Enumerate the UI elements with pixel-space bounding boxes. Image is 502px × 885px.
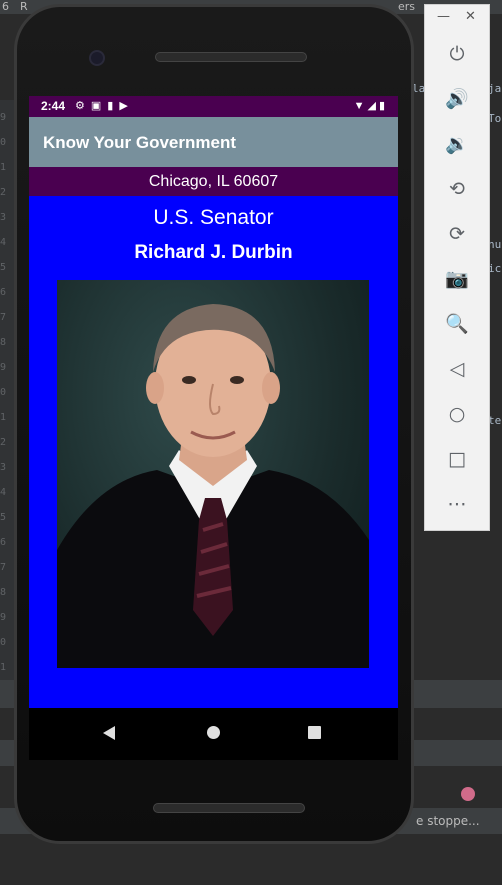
line-number: 6 [0, 537, 7, 548]
line-number: 2 [0, 437, 7, 448]
system-icons: ▼◢▮ [354, 99, 388, 112]
a-icon: ▣ [90, 100, 108, 112]
overview-icon[interactable]: □ [442, 444, 472, 474]
status-time: 2:44 [41, 99, 66, 113]
front-camera [89, 50, 105, 66]
location-bar: Chicago, IL 60607 [29, 167, 398, 196]
line-number: 7 [0, 312, 7, 323]
camera-icon[interactable]: 📷 [442, 264, 472, 294]
play-store-icon: ▶ [119, 100, 134, 112]
line-number: 0 [0, 387, 7, 398]
line-number: 5 [0, 262, 7, 273]
line-number: 8 [0, 587, 7, 598]
wifi-icon: ▼ [353, 100, 368, 112]
battery-icon: ▮ [378, 100, 388, 112]
line-number: 4 [0, 487, 7, 498]
ide-fragment: R [20, 0, 28, 13]
emulator-toolbar: — ✕ ⏻ 🔊 🔉 ⟲ ⟳ 📷 🔍 ◁ ○ □ ⋯ [424, 4, 490, 531]
bottom-speaker [153, 803, 305, 813]
top-speaker [155, 52, 307, 62]
more-icon[interactable]: ⋯ [442, 489, 472, 519]
volume-up-icon[interactable]: 🔊 [442, 84, 472, 114]
android-nav-bar [29, 708, 398, 760]
line-number: 4 [0, 237, 7, 248]
official-detail: U.S. Senator Richard J. Durbin [29, 196, 398, 708]
line-number: 9 [0, 112, 7, 123]
official-photo[interactable]: D [57, 280, 369, 668]
signal-icon: ◢ [367, 100, 379, 112]
android-status-bar: 2:44 ⚙▣▮▶ ▼◢▮ [29, 96, 398, 117]
ide-status-text: e stoppe... [416, 814, 480, 828]
nav-recents-icon[interactable] [308, 726, 321, 739]
volume-down-icon[interactable]: 🔉 [442, 129, 472, 159]
line-number: 1 [0, 162, 7, 173]
ide-fragment: ers [398, 0, 416, 13]
home-icon[interactable]: ○ [442, 399, 472, 429]
app-title: Know Your Government [43, 133, 237, 152]
location-text: Chicago, IL 60607 [148, 173, 279, 190]
line-number: 3 [0, 462, 7, 473]
line-number: 0 [0, 637, 7, 648]
rotate-left-icon[interactable]: ⟲ [442, 174, 472, 204]
line-number: 1 [0, 662, 7, 673]
nav-home-icon[interactable] [207, 726, 220, 739]
close-icon[interactable]: ✕ [465, 9, 476, 24]
power-icon[interactable]: ⏻ [442, 39, 472, 69]
back-icon[interactable]: ◁ [442, 354, 472, 384]
official-name: Richard J. Durbin [134, 242, 293, 263]
line-number: 1 [0, 412, 7, 423]
line-number: 3 [0, 212, 7, 223]
notification-icons: ⚙▣▮▶ [75, 99, 134, 112]
zoom-icon[interactable]: 🔍 [442, 309, 472, 339]
ide-fragment: 6 [2, 0, 9, 13]
line-number: 9 [0, 612, 7, 623]
office-title: U.S. Senator [153, 206, 274, 229]
emulator-toolbar-header: — ✕ [425, 5, 489, 33]
line-number: 6 [0, 287, 7, 298]
line-number: 2 [0, 187, 7, 198]
rotate-right-icon[interactable]: ⟳ [442, 219, 472, 249]
minimize-icon[interactable]: — [437, 9, 450, 24]
app-bar: Know Your Government [29, 117, 398, 167]
device-screen: 2:44 ⚙▣▮▶ ▼◢▮ Know Your Government Chica… [29, 96, 398, 760]
line-number: 7 [0, 562, 7, 573]
ide-line-gutter: 9 0 1 2 3 4 5 6 7 8 9 0 1 2 3 4 5 6 7 8 … [0, 100, 14, 700]
line-number: 0 [0, 137, 7, 148]
record-icon[interactable] [461, 787, 475, 801]
line-number: 8 [0, 337, 7, 348]
nav-back-icon[interactable] [103, 726, 115, 740]
portrait-illustration [57, 304, 369, 668]
sd-card-icon: ▮ [107, 100, 120, 112]
settings-icon: ⚙ [75, 100, 91, 112]
line-number: 5 [0, 512, 7, 523]
line-number: 9 [0, 362, 7, 373]
